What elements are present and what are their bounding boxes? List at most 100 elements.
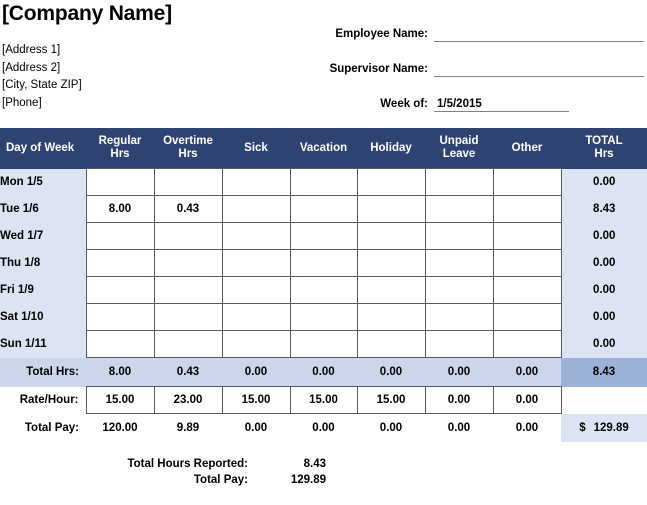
column-header-unpaid-leave: Unpaid Leave — [425, 128, 493, 169]
column-header-overtime-line2: Hrs — [178, 148, 198, 160]
supervisor-name-input[interactable] — [434, 62, 644, 77]
cell-regular[interactable] — [85, 168, 155, 196]
cell-sick[interactable] — [221, 303, 291, 331]
day-label: Wed 1/7 — [0, 222, 86, 250]
cell-other[interactable] — [492, 276, 562, 304]
week-of-input[interactable]: 1/5/2015 — [434, 97, 569, 112]
column-header-unpaid-line2: Leave — [442, 148, 476, 160]
cell-other[interactable] — [492, 168, 562, 196]
address-line-phone: [Phone] — [2, 96, 42, 109]
cell-sick[interactable] — [221, 195, 291, 223]
cell-holiday[interactable] — [356, 330, 426, 358]
rate-unpaid-leave-input[interactable]: 0.00 — [424, 386, 494, 414]
cell-holiday[interactable] — [356, 168, 426, 196]
supervisor-name-row: Supervisor Name: — [300, 59, 644, 77]
cell-sick[interactable] — [221, 330, 291, 358]
cell-regular[interactable] — [85, 249, 155, 277]
day-label: Sat 1/10 — [0, 303, 86, 331]
cell-other[interactable] — [492, 330, 562, 358]
cell-vacation[interactable] — [289, 222, 358, 250]
cell-row-total: 0.00 — [561, 168, 647, 196]
total-pay-other: 0.00 — [493, 413, 561, 442]
cell-holiday[interactable] — [356, 222, 426, 250]
rate-regular-input[interactable]: 15.00 — [85, 386, 155, 414]
column-header-other: Other — [493, 128, 561, 169]
rate-per-hour-label: Rate/Hour: — [0, 386, 86, 414]
total-pay-vacation: 0.00 — [290, 413, 357, 442]
cell-overtime[interactable]: 0.43 — [153, 195, 223, 223]
total-hours-grand-total: 8.43 — [561, 357, 647, 387]
rate-overtime-input[interactable]: 23.00 — [153, 386, 223, 414]
cell-holiday[interactable] — [356, 276, 426, 304]
total-pay-label: Total Pay: — [0, 413, 86, 442]
address-line-2: [Address 2] — [2, 61, 61, 74]
total-pay-grand-total: $129.89 — [561, 413, 647, 442]
cell-overtime[interactable] — [153, 168, 223, 196]
cell-vacation[interactable] — [289, 276, 358, 304]
cell-regular[interactable] — [85, 303, 155, 331]
rate-other-input[interactable]: 0.00 — [492, 386, 562, 414]
cell-vacation[interactable] — [289, 195, 358, 223]
cell-regular[interactable] — [85, 330, 155, 358]
cell-unpaid-leave[interactable] — [424, 303, 494, 331]
day-label: Sun 1/11 — [0, 330, 86, 358]
cell-overtime[interactable] — [153, 303, 223, 331]
cell-regular[interactable] — [85, 222, 155, 250]
table-row: Tue 1/6 8.00 0.43 8.43 — [0, 195, 647, 223]
total-hours-unpaid-leave: 0.00 — [425, 357, 493, 387]
cell-vacation[interactable] — [289, 249, 358, 277]
table-row: Wed 1/7 0.00 — [0, 222, 647, 250]
rate-holiday-input[interactable]: 15.00 — [356, 386, 426, 414]
company-address-block: [Address 1] [Address 2] [City, State ZIP… — [2, 42, 82, 112]
cell-sick[interactable] — [221, 222, 291, 250]
table-header-row: Day of Week Regular Hrs Overtime Hrs Sic… — [0, 128, 647, 169]
cell-unpaid-leave[interactable] — [424, 249, 494, 277]
column-header-total-line1: TOTAL — [585, 135, 623, 148]
cell-row-total: 0.00 — [561, 222, 647, 250]
cell-holiday[interactable] — [356, 303, 426, 331]
cell-overtime[interactable] — [153, 222, 223, 250]
cell-unpaid-leave[interactable] — [424, 330, 494, 358]
cell-other[interactable] — [492, 249, 562, 277]
total-hours-sick: 0.00 — [222, 357, 290, 387]
total-pay-sick: 0.00 — [222, 413, 290, 442]
cell-unpaid-leave[interactable] — [424, 276, 494, 304]
week-of-row: Week of: 1/5/2015 — [300, 94, 644, 112]
cell-row-total: 0.00 — [561, 330, 647, 358]
currency-symbol: $ — [579, 421, 586, 434]
total-pay-holiday: 0.00 — [357, 413, 425, 442]
cell-unpaid-leave[interactable] — [424, 168, 494, 196]
column-header-regular-line2: Hrs — [110, 148, 130, 160]
total-hours-label: Total Hrs: — [0, 357, 86, 387]
cell-other[interactable] — [492, 303, 562, 331]
total-hours-row: Total Hrs: 8.00 0.43 0.00 0.00 0.00 0.00… — [0, 357, 647, 387]
cell-vacation[interactable] — [289, 303, 358, 331]
cell-overtime[interactable] — [153, 249, 223, 277]
rate-vacation-input[interactable]: 15.00 — [289, 386, 358, 414]
cell-sick[interactable] — [221, 168, 291, 196]
cell-row-total: 8.43 — [561, 195, 647, 223]
cell-sick[interactable] — [221, 276, 291, 304]
cell-unpaid-leave[interactable] — [424, 195, 494, 223]
cell-vacation[interactable] — [289, 168, 358, 196]
column-header-holiday: Holiday — [357, 128, 425, 169]
cell-sick[interactable] — [221, 249, 291, 277]
cell-overtime[interactable] — [153, 330, 223, 358]
timesheet-table: Day of Week Regular Hrs Overtime Hrs Sic… — [0, 128, 647, 442]
cell-other[interactable] — [492, 222, 562, 250]
timesheet-form-fields: Employee Name: Supervisor Name: Week of:… — [300, 24, 644, 129]
employee-name-input[interactable] — [434, 27, 644, 42]
cell-unpaid-leave[interactable] — [424, 222, 494, 250]
rate-sick-input[interactable]: 15.00 — [221, 386, 291, 414]
cell-vacation[interactable] — [289, 330, 358, 358]
summary-total-hours-value: 8.43 — [303, 458, 326, 470]
total-pay-amount: 129.89 — [593, 421, 629, 434]
cell-regular[interactable] — [85, 276, 155, 304]
cell-regular[interactable]: 8.00 — [85, 195, 155, 223]
table-row: Mon 1/5 0.00 — [0, 168, 647, 196]
cell-holiday[interactable] — [356, 249, 426, 277]
cell-overtime[interactable] — [153, 276, 223, 304]
total-hours-regular: 8.00 — [86, 357, 154, 387]
cell-holiday[interactable] — [356, 195, 426, 223]
cell-other[interactable] — [492, 195, 562, 223]
